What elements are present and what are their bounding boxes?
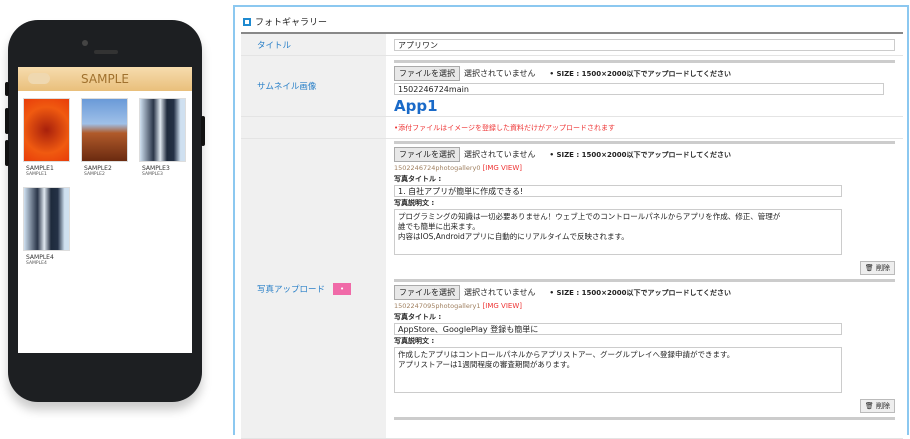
upload-notice: •添付ファイルはイメージを登録した資料だけがアップロードされます — [394, 124, 615, 132]
gallery-item[interactable]: SAMPLE2 SAMPLE2 — [81, 98, 131, 177]
item-subtitle: SAMPLE1 — [26, 172, 47, 177]
back-button[interactable] — [28, 73, 50, 84]
img-view-link[interactable]: [IMG VIEW] — [483, 302, 522, 310]
delete-label: 削除 — [876, 264, 890, 272]
choose-file-button[interactable]: ファイルを選択 — [394, 147, 460, 162]
item-title: SAMPLE2 — [84, 165, 112, 172]
photo-filename: 1502247095photogallery1 — [394, 302, 481, 310]
photo-thumbnail — [23, 98, 70, 162]
trash-icon: 🗑 — [864, 402, 874, 410]
photo-entry: ファイルを選択 選択されていません • SIZE : 1500×2000以下でアップ… — [394, 279, 895, 417]
photo-thumbnail — [23, 187, 70, 251]
camera-icon — [82, 40, 88, 46]
delete-button[interactable]: 🗑 削除 — [859, 399, 895, 413]
app-title: SAMPLE — [81, 72, 129, 86]
choose-file-button[interactable]: ファイルを選択 — [394, 285, 460, 300]
item-subtitle: SAMPLE4 — [26, 261, 47, 266]
gallery-item[interactable]: SAMPLE4 SAMPLE4 — [23, 187, 73, 266]
photo-title-input[interactable]: 1. 自社アプリが簡単に作成できる! — [394, 185, 842, 197]
gallery-item[interactable]: SAMPLE1 SAMPLE1 — [23, 98, 73, 177]
thumbnail-label: サムネイル画像 — [241, 56, 386, 116]
title-input[interactable]: アプリワン — [394, 39, 895, 51]
photo-desc-textarea[interactable]: プログラミングの知識は一切必要ありません！ウェブ上でのコントロールパネルからアプ… — [394, 209, 842, 255]
photo-upload-label: 写真アップロード — [257, 284, 326, 295]
choose-file-button[interactable]: ファイルを選択 — [394, 66, 460, 81]
item-subtitle: SAMPLE3 — [142, 172, 163, 177]
title-label: タイトル — [241, 34, 386, 55]
photo-title-input[interactable]: AppStore、GooglePlay 登録も簡単に — [394, 323, 842, 335]
thumbnail-filename-input[interactable]: 1502246724main — [394, 83, 884, 95]
photo-gallery-panel: フォトギャラリー タイトル アプリワン サムネイル画像 ファイルを選択 選択されて… — [233, 5, 909, 439]
no-file-text: 選択されていません — [464, 69, 536, 78]
delete-label: 削除 — [876, 402, 890, 410]
size-note: • SIZE : 1500×2000以下でアップロードしてください — [549, 69, 732, 78]
photo-desc-label: 写真説明文 : — [394, 337, 435, 345]
item-title: SAMPLE4 — [26, 254, 54, 261]
item-subtitle: SAMPLE2 — [84, 172, 105, 177]
photo-thumbnail — [139, 98, 186, 162]
app-header: SAMPLE — [18, 67, 192, 91]
photo-desc-textarea[interactable]: 作成したアプリはコントロールパネルからアプリストアー、グーグルプレイへ登録申請が… — [394, 347, 842, 393]
photo-filename: 1502246724photogallery0 — [394, 164, 481, 172]
app-logo-preview: App1 — [394, 97, 438, 115]
item-title: SAMPLE3 — [142, 165, 170, 172]
phone-screen: SAMPLE SAMPLE1 SAMPLE1 SAMPLE2 SAMPLE2 SAM… — [18, 67, 192, 353]
size-note: • SIZE : 1500×2000以下でアップロードしてください — [549, 150, 732, 159]
img-view-link[interactable]: [IMG VIEW] — [483, 164, 522, 172]
item-title: SAMPLE1 — [26, 165, 54, 172]
photo-entry: ファイルを選択 選択されていません • SIZE : 1500×2000以下でアップ… — [394, 141, 895, 279]
no-file-text: 選択されていません — [464, 150, 536, 159]
photo-title-label: 写真タイトル : — [394, 175, 442, 183]
square-icon — [243, 17, 251, 26]
panel-title: フォトギャラリー — [255, 18, 328, 28]
photo-title-label: 写真タイトル : — [394, 313, 442, 321]
no-file-text: 選択されていません — [464, 288, 536, 297]
speaker — [94, 50, 118, 54]
photo-thumbnail — [81, 98, 128, 162]
photo-desc-label: 写真説明文 : — [394, 199, 435, 207]
size-note: • SIZE : 1500×2000以下でアップロードしてください — [549, 288, 732, 297]
gallery-item[interactable]: SAMPLE3 SAMPLE3 — [139, 98, 189, 177]
phone-mockup: SAMPLE SAMPLE1 SAMPLE1 SAMPLE2 SAMPLE2 SAM… — [5, 20, 205, 402]
delete-button[interactable]: 🗑 削除 — [859, 261, 895, 275]
trash-icon: 🗑 — [864, 264, 874, 272]
required-badge: • — [333, 282, 352, 295]
